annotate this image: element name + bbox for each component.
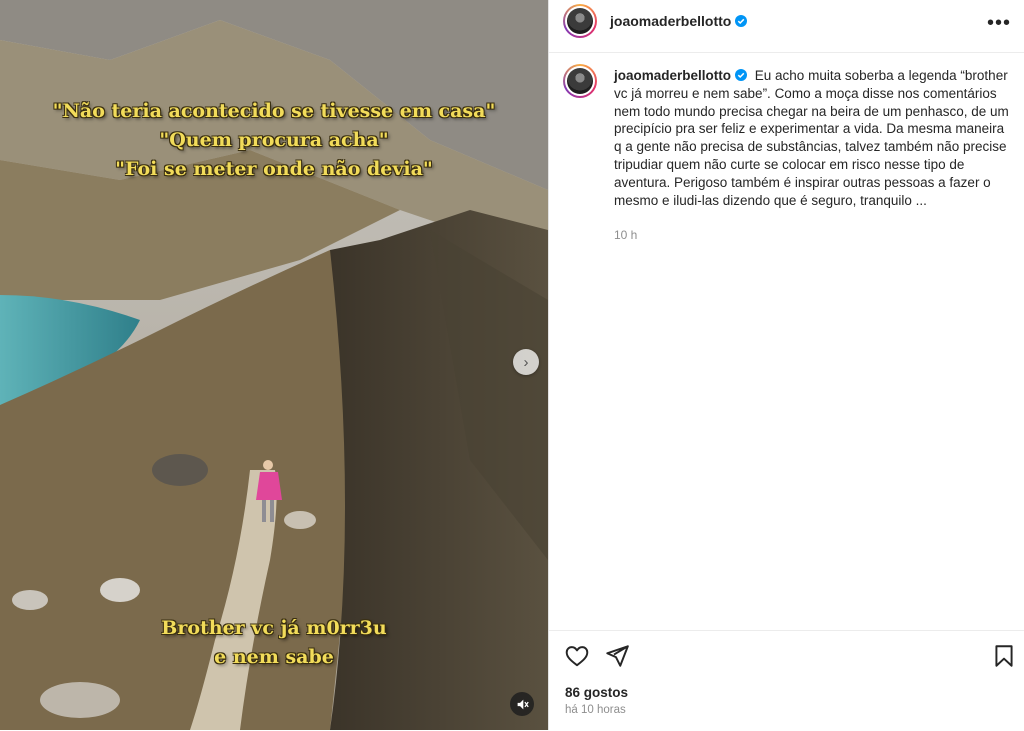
verified-badge-icon <box>735 69 748 81</box>
comment-text: Eu acho muita soberba a legenda “brother… <box>614 68 1009 208</box>
post-header: joaomaderbellotto ••• <box>549 0 1024 53</box>
username-text: joaomaderbellotto <box>610 13 732 29</box>
save-button[interactable] <box>991 643 1017 669</box>
chevron-right-icon: › <box>523 353 529 371</box>
comment-timestamp: 10 h <box>614 228 638 242</box>
overlay-line: "Quem procura acha" <box>159 129 389 151</box>
ellipsis-icon: ••• <box>986 12 1011 34</box>
likes-count[interactable]: 86 gostos <box>565 685 628 700</box>
post-media[interactable]: "Não teria acontecido se tivesse em casa… <box>0 0 548 730</box>
bookmark-icon <box>995 645 1013 667</box>
overlay-line: "Foi se meter onde não devia" <box>115 158 433 180</box>
speaker-muted-icon <box>517 699 529 709</box>
verified-badge-icon <box>735 15 748 27</box>
mute-toggle-button[interactable] <box>510 692 534 716</box>
heart-icon <box>565 646 589 667</box>
avatar[interactable] <box>563 64 597 98</box>
comment-username[interactable]: joaomaderbellotto <box>614 68 748 83</box>
more-options-button[interactable]: ••• <box>987 12 1011 35</box>
overlay-caption-bottom: Brother vc já m0rr3u e nem sabe <box>0 614 548 672</box>
username-text: joaomaderbellotto <box>614 68 732 83</box>
overlay-line: Brother vc já m0rr3u <box>161 617 387 639</box>
overlay-caption-top: "Não teria acontecido se tivesse em casa… <box>0 97 548 184</box>
overlay-line: e nem sabe <box>214 646 334 668</box>
header-username[interactable]: joaomaderbellotto <box>610 13 748 29</box>
post-timestamp: há 10 horas <box>565 704 626 716</box>
send-icon <box>606 645 629 667</box>
avatar[interactable] <box>563 4 597 38</box>
post-side-panel: joaomaderbellotto ••• joaomaderbellotto … <box>548 0 1024 730</box>
like-button[interactable] <box>564 643 590 669</box>
post-actions: 86 gostos há 10 horas <box>549 630 1024 731</box>
overlay-line: "Não teria acontecido se tivesse em casa… <box>52 100 496 122</box>
share-button[interactable] <box>604 643 630 669</box>
comment-body: joaomaderbellotto Eu acho muita soberba … <box>614 67 1009 209</box>
next-media-button[interactable]: › <box>513 349 539 375</box>
